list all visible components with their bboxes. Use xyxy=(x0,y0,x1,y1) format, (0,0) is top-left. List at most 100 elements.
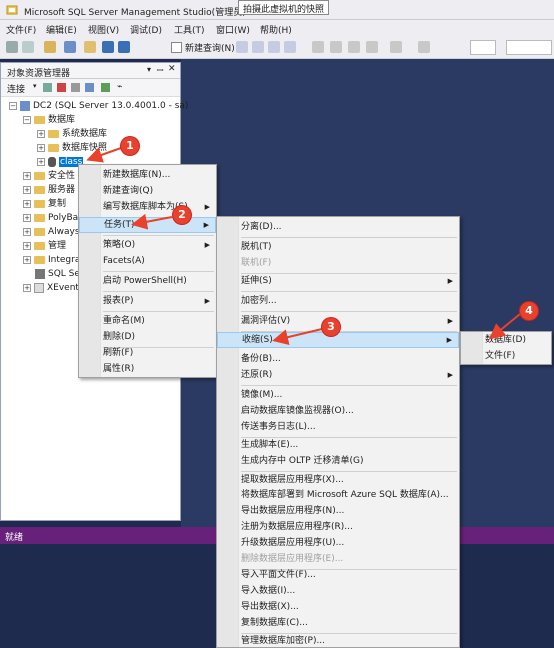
db-engine-query-icon[interactable] xyxy=(236,41,248,53)
tree-class-db[interactable]: + class xyxy=(37,156,84,169)
menu-detach[interactable]: 分离(D)... xyxy=(217,219,459,235)
menu-tools[interactable]: 工具(T) xyxy=(174,23,205,36)
ssms-app-icon xyxy=(6,4,18,16)
tasks-submenu: 分离(D)... 脱机(T) 联机(F) 延伸(S) ▶ 加密列... 漏洞评估(… xyxy=(216,216,460,648)
menu-edit[interactable]: 编辑(E) xyxy=(46,23,77,36)
save-all-icon[interactable] xyxy=(118,41,130,53)
add-item-icon[interactable] xyxy=(64,41,76,53)
xevent-icon xyxy=(34,282,44,293)
menu-debug[interactable]: 调试(D) xyxy=(130,23,162,36)
menu-mirror-monitor[interactable]: 启动数据库镜像监视器(O)... xyxy=(217,403,459,419)
tree-security[interactable]: + 安全性 xyxy=(23,170,75,183)
back-icon[interactable] xyxy=(6,41,18,53)
new-query-button[interactable]: 新建查询(N) xyxy=(168,40,238,55)
tree-server[interactable]: − DC2 (SQL Server 13.0.4001.0 - sa) xyxy=(9,100,188,113)
connect-button[interactable]: 连接 xyxy=(7,82,25,95)
menu-reports[interactable]: 报表(P) ▶ xyxy=(79,293,216,309)
agent-icon xyxy=(35,268,45,279)
db-snapshots-label: 数据库快照 xyxy=(62,143,108,153)
toolbar: 新建查询(N) xyxy=(0,37,554,59)
open-file-icon[interactable] xyxy=(84,41,96,53)
database-dropdown[interactable] xyxy=(506,40,552,55)
properties-icon[interactable] xyxy=(418,41,430,53)
forward-icon[interactable] xyxy=(22,41,34,53)
tree-databases[interactable]: − 数据库 xyxy=(23,114,75,127)
menu-backup[interactable]: 备份(B)... xyxy=(217,351,459,367)
solution-config-dropdown[interactable] xyxy=(470,40,496,55)
xevent-label: XEvent xyxy=(47,283,79,293)
step-badge-2: 2 xyxy=(173,206,191,224)
menu-export-dac[interactable]: 导出数据层应用程序(N)... xyxy=(217,503,459,519)
policies-label: 策略(O) xyxy=(103,240,136,250)
menu-stretch[interactable]: 延伸(S) ▶ xyxy=(217,273,459,289)
tree-sql-agent[interactable]: SQL Se xyxy=(35,268,80,281)
tree-database-snapshots[interactable]: + 数据库快照 xyxy=(37,142,107,155)
menu-deploy-azure[interactable]: 将数据库部署到 Microsoft Azure SQL 数据库(A)... xyxy=(217,487,459,503)
menu-help[interactable]: 帮助(H) xyxy=(260,23,292,36)
save-icon[interactable] xyxy=(102,41,114,53)
menu-restore[interactable]: 还原(R) ▶ xyxy=(217,367,459,383)
menu-facets[interactable]: Facets(A) xyxy=(79,253,216,269)
menu-refresh[interactable]: 刷新(F) xyxy=(79,345,216,361)
disconnect-icon[interactable] xyxy=(57,83,66,92)
menu-import-data[interactable]: 导入数据(I)... xyxy=(217,583,459,599)
menu-register-dac[interactable]: 注册为数据层应用程序(R)... xyxy=(217,519,459,535)
dmx-query-icon[interactable] xyxy=(268,41,280,53)
menu-mirror[interactable]: 镜像(M)... xyxy=(217,387,459,403)
menu-rename[interactable]: 重命名(M) xyxy=(79,313,216,329)
menu-shrink[interactable]: 收缩(S) ▶ xyxy=(217,332,459,348)
menu-extract-dac[interactable]: 提取数据层应用程序(X)... xyxy=(217,472,459,488)
menu-new-query[interactable]: 新建查询(Q) xyxy=(79,183,216,199)
menu-tasks[interactable]: 任务(T) ▶ xyxy=(79,217,216,233)
menu-delete[interactable]: 删除(D) xyxy=(79,329,216,345)
menu-script-database-as[interactable]: 编写数据库脚本为(S) ▶ xyxy=(79,199,216,215)
menu-log-shipping[interactable]: 传送事务日志(L)... xyxy=(217,419,459,435)
menu-properties[interactable]: 属性(R) xyxy=(79,361,216,377)
menu-window[interactable]: 窗口(W) xyxy=(216,23,250,36)
tree-system-databases[interactable]: + 系统数据库 xyxy=(37,128,107,141)
menu-copy-database[interactable]: 复制数据库(C)... xyxy=(217,615,459,631)
menu-delete-dac[interactable]: 删除数据层应用程序(E)... xyxy=(217,551,459,567)
connect-dropdown-icon[interactable]: ▾ xyxy=(33,82,37,90)
new-query-icon xyxy=(171,42,182,53)
tree-integration[interactable]: + Integra xyxy=(23,254,80,267)
menu-shrink-database[interactable]: 数据库(D) xyxy=(461,332,551,348)
undo-icon[interactable] xyxy=(366,41,378,53)
menu-policies[interactable]: 策略(O) ▶ xyxy=(79,237,216,253)
redo-icon[interactable] xyxy=(390,41,402,53)
new-project-icon[interactable] xyxy=(44,41,56,53)
menu-oltp-migration[interactable]: 生成内存中 OLTP 迁移清单(G) xyxy=(217,453,459,469)
menu-take-offline[interactable]: 脱机(T) xyxy=(217,239,459,255)
menu-shrink-files[interactable]: 文件(F) xyxy=(461,348,551,364)
xmla-query-icon[interactable] xyxy=(284,41,296,53)
menu-upgrade-dac[interactable]: 升级数据层应用程序(U)... xyxy=(217,535,459,551)
pin-icon[interactable]: ꟷ xyxy=(157,65,164,76)
copy-icon[interactable] xyxy=(330,41,342,53)
tree-xevent[interactable]: + XEvent xyxy=(23,282,79,295)
activity-monitor-icon[interactable]: ⌁ xyxy=(117,82,122,92)
dropdown-icon[interactable]: ▾ xyxy=(147,65,151,74)
tree-management[interactable]: + 管理 xyxy=(23,240,66,253)
menu-import-flat-file[interactable]: 导入平面文件(F)... xyxy=(217,567,459,583)
filter-icon[interactable] xyxy=(85,83,94,92)
menu-start-powershell[interactable]: 启动 PowerShell(H) xyxy=(79,273,216,289)
tree-polybase[interactable]: + PolyBa xyxy=(23,212,78,225)
menu-view[interactable]: 视图(V) xyxy=(88,23,119,36)
close-icon[interactable]: ✕ xyxy=(168,64,176,74)
mdx-query-icon[interactable] xyxy=(252,41,264,53)
refresh-icon[interactable] xyxy=(101,83,110,92)
menu-generate-scripts[interactable]: 生成脚本(E)... xyxy=(217,437,459,453)
tree-server-objects[interactable]: + 服务器 xyxy=(23,184,75,197)
stop-icon[interactable] xyxy=(71,83,80,92)
menu-manage-encryption[interactable]: 管理数据库加密(P)... xyxy=(217,633,459,648)
menu-bring-online[interactable]: 联机(F) xyxy=(217,255,459,271)
connect-object-icon[interactable] xyxy=(43,83,52,92)
menu-new-database[interactable]: 新建数据库(N)... xyxy=(79,167,216,183)
tree-always-on[interactable]: + Always xyxy=(23,226,80,239)
cut-icon[interactable] xyxy=(312,41,324,53)
tree-replication[interactable]: + 复制 xyxy=(23,198,66,211)
menu-encrypt-columns[interactable]: 加密列... xyxy=(217,293,459,309)
menu-export-data[interactable]: 导出数据(X)... xyxy=(217,599,459,615)
paste-icon[interactable] xyxy=(348,41,360,53)
menu-file[interactable]: 文件(F) xyxy=(6,23,36,36)
